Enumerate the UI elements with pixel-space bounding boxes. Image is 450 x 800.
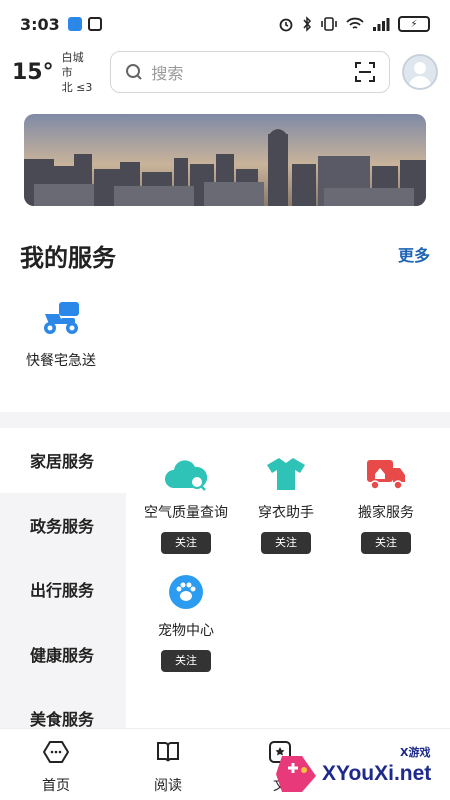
- follow-button[interactable]: 关注: [261, 532, 311, 554]
- section-divider: [0, 412, 450, 428]
- search-icon: [126, 64, 143, 80]
- weather-wind: 北 ≤3: [61, 80, 93, 94]
- category-item-government[interactable]: 政务服务: [0, 493, 126, 558]
- battery-icon: ⚡: [398, 16, 430, 32]
- status-right-icons: ⚡: [278, 16, 430, 32]
- tshirt-icon: [264, 454, 308, 494]
- status-left-icons: [67, 17, 102, 31]
- my-service-label: 快餐宅急送: [26, 353, 96, 369]
- delivery-scooter-icon: [44, 302, 79, 334]
- search-placeholder: 搜索: [151, 64, 184, 83]
- city-skyline-image: [24, 114, 426, 206]
- service-item-moving[interactable]: 搬家服务 关注: [326, 454, 446, 554]
- follow-button[interactable]: 关注: [161, 650, 211, 672]
- weather-temperature[interactable]: 15°: [12, 60, 54, 85]
- service-label: 搬家服务: [358, 505, 414, 521]
- avatar[interactable]: [402, 54, 438, 90]
- city-banner[interactable]: [24, 114, 426, 206]
- wifi-icon: [346, 17, 364, 29]
- category-label: 政务服务: [30, 516, 95, 536]
- follow-button[interactable]: 关注: [161, 532, 211, 554]
- signal-icon: [373, 18, 390, 31]
- gamepad-logo-icon: [276, 756, 316, 792]
- battery-charging-glyph: ⚡: [410, 18, 418, 30]
- follow-button[interactable]: 关注: [361, 532, 411, 554]
- more-link[interactable]: 更多: [398, 242, 430, 266]
- watermark-text: XYouXi.net: [322, 762, 432, 785]
- my-services-title: 我的服务: [20, 244, 116, 272]
- category-label: 家居服务: [30, 452, 95, 472]
- category-item-home[interactable]: 家居服务: [0, 428, 126, 493]
- vibrate-icon: [321, 17, 337, 31]
- watermark-small-text: X游戏: [400, 746, 431, 759]
- air-quality-icon: [164, 454, 208, 494]
- paw-icon: [164, 572, 208, 612]
- weather-city: 白城市: [61, 50, 84, 79]
- notification-app-icon: [67, 17, 82, 31]
- search-input[interactable]: 搜索: [110, 51, 391, 93]
- nav-item-home[interactable]: 首页: [0, 729, 112, 800]
- nav-item-read[interactable]: 阅读: [112, 729, 224, 800]
- status-bar: 3:03 ⚡: [0, 0, 450, 48]
- category-label: 美食服务: [30, 710, 95, 730]
- book-icon: [157, 742, 179, 762]
- category-sidebar: 家居服务 政务服务 出行服务 健康服务 美食服务: [0, 428, 126, 730]
- category-label: 出行服务: [30, 581, 95, 601]
- category-item-health[interactable]: 健康服务: [0, 622, 126, 687]
- header: 15° 白城市 北 ≤3 搜索: [0, 48, 450, 96]
- service-label: 宠物中心: [158, 623, 214, 639]
- watermark: X游戏 XYouXi.net: [276, 742, 442, 796]
- scan-icon[interactable]: [355, 62, 376, 82]
- nav-label: 阅读: [154, 778, 182, 794]
- category-label: 健康服务: [30, 645, 95, 665]
- status-time: 3:03: [20, 14, 60, 34]
- weather-meta[interactable]: 白城市 北 ≤3: [62, 50, 95, 95]
- nav-label: 首页: [42, 778, 70, 794]
- home-icon: [42, 741, 70, 763]
- moving-truck-icon: [364, 454, 408, 494]
- my-service-item[interactable]: 快餐宅急送: [22, 300, 100, 370]
- service-item-pet[interactable]: 宠物中心 关注: [126, 572, 246, 672]
- bluetooth-icon: [303, 16, 312, 32]
- category-item-travel[interactable]: 出行服务: [0, 557, 126, 622]
- nfc-icon: [87, 17, 102, 31]
- service-grid: 空气质量查询 关注 穿衣助手 关注 搬家服务 关注 宠物中心 关注: [126, 428, 450, 728]
- alarm-icon: [279, 18, 293, 32]
